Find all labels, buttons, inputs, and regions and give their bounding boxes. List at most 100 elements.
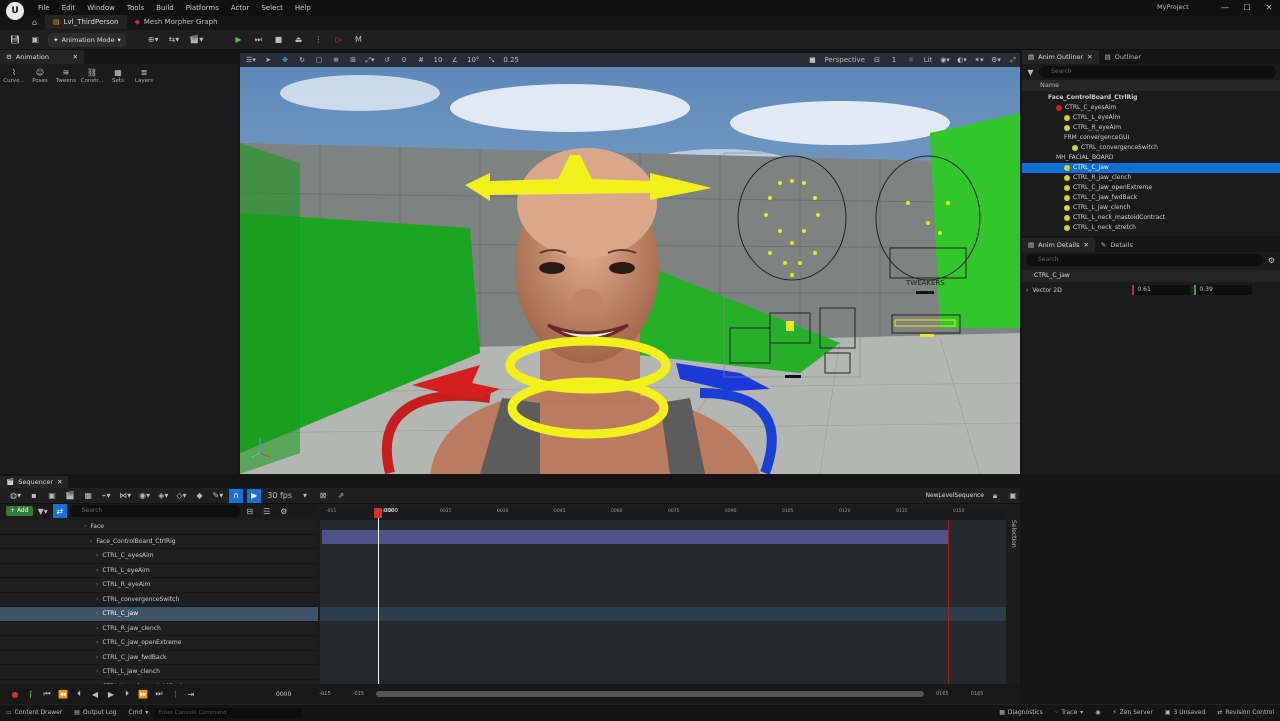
layers-icon[interactable]: ◈▾ (156, 489, 170, 503)
track-row[interactable]: › CTRL_L_jaw_clench (0, 665, 318, 680)
grid-snap-value[interactable]: 10 (431, 53, 445, 67)
world-icon[interactable]: ◍▾ (8, 489, 23, 503)
track-search-input[interactable]: Search (69, 505, 240, 517)
save-icon[interactable]: ▪ (27, 489, 41, 503)
rig-section-bar[interactable] (322, 530, 948, 544)
lit-button[interactable]: Lit (921, 53, 935, 67)
preview-icon[interactable]: ◐▾ (955, 53, 969, 67)
rotate-icon[interactable]: ↻ (295, 53, 309, 67)
expand-icon[interactable]: › (96, 581, 98, 588)
eject-button[interactable]: ⏏ (291, 33, 305, 47)
console-input[interactable]: Enter Console Command (154, 707, 303, 718)
expand-icon[interactable]: › (96, 596, 98, 603)
prev-frame-button[interactable]: ⏴ (72, 687, 86, 701)
anim-tool-0[interactable]: ⌇ Curve... (3, 68, 24, 84)
output-log-button[interactable]: ▤ Output Log (68, 705, 122, 721)
add-button[interactable]: + Add (6, 506, 33, 516)
move-icon[interactable]: ✥ (278, 53, 292, 67)
view-count[interactable]: 1 (887, 53, 901, 67)
options-icon[interactable]: ☰ (260, 504, 274, 518)
angle-snap-icon[interactable]: ∠ (448, 53, 462, 67)
menu-edit[interactable]: Edit (56, 0, 82, 16)
next-frame-button[interactable]: ⏵ (120, 687, 134, 701)
expand-icon[interactable]: › (96, 567, 98, 574)
track-row[interactable]: › CTRL_C_eyesAim (0, 549, 318, 564)
grid-snap-icon[interactable]: # (414, 53, 428, 67)
expand-icon[interactable]: › (84, 523, 86, 530)
maximize-icon[interactable]: ▣ (1006, 489, 1020, 503)
expand-icon[interactable]: › (96, 610, 98, 617)
playhead-snap-icon[interactable]: ▶ (247, 488, 262, 503)
zen-server-button[interactable]: ⚡︎ Zen Server (1106, 705, 1158, 721)
outliner-item[interactable]: CTRL_C_eyesAim (1022, 103, 1280, 113)
magnet-icon[interactable]: ∩ (229, 488, 244, 503)
expand-icon[interactable]: › (96, 668, 98, 675)
pen-icon[interactable]: ✎▾ (211, 489, 226, 503)
save-icon[interactable]: 💾︎ (8, 33, 22, 47)
close-icon[interactable]: ✕ (1087, 50, 1092, 64)
play-button[interactable]: ▶ (231, 33, 245, 47)
revision-control-button[interactable]: ⇄ Revision Control (1211, 705, 1280, 721)
realtime-icon[interactable]: ✶▾ (972, 53, 986, 67)
outliner-item[interactable]: CTRL_L_eyeAim (1022, 113, 1280, 123)
key-icon[interactable]: ◇▾ (174, 489, 188, 503)
menu-platforms[interactable]: Platforms (180, 0, 225, 16)
outliner-item[interactable]: MH_FACIAL_BOARD (1022, 153, 1280, 163)
track-row[interactable]: › CTRL_C_jaw (0, 607, 318, 622)
outliner-column-name[interactable]: Name (1022, 80, 1280, 91)
layout-icon[interactable]: ⊟ (870, 53, 884, 67)
expand-icon[interactable]: › (90, 538, 92, 545)
perspective-button[interactable]: Perspective (822, 53, 867, 67)
collapse-icon[interactable]: ⊠ (316, 489, 330, 503)
set-start-icon[interactable]: ⌈ (24, 687, 38, 701)
tab-outliner[interactable]: ▤ Outliner (1099, 50, 1147, 64)
menu-select[interactable]: Select (255, 0, 289, 16)
blueprint-icon[interactable]: ⇆▾ (167, 33, 182, 47)
tab-sequencer[interactable]: 🎬︎ Sequencer ✕ (0, 476, 69, 488)
collapse-icon[interactable]: ⊟ (243, 504, 257, 518)
play-button[interactable]: ▶ (104, 687, 118, 701)
frame-field[interactable]: 0000 (276, 691, 291, 698)
time-ruler[interactable]: -015 0000 0015 0030 0045 0060 0075 0090 0105 0120… (320, 509, 1006, 520)
outliner-item[interactable]: CTRL_R_jaw_clench (1022, 173, 1280, 183)
outliner-item[interactable]: FRM_convergenceGUI (1022, 133, 1280, 143)
angle-snap-value[interactable]: 10° (465, 53, 481, 67)
level-viewport[interactable]: TWEAKERS (240, 53, 1020, 474)
unsaved-button[interactable]: ▣ 3 Unsaved (1159, 705, 1211, 721)
lock-icon[interactable]: 🔒︎ (988, 489, 1002, 503)
jump-end-button[interactable]: ⏭ (152, 687, 166, 701)
playhead-handle[interactable] (374, 508, 382, 518)
outliner-search-input[interactable]: Search (1039, 66, 1276, 78)
expand-icon[interactable]: › (96, 625, 98, 632)
rot-snap-value[interactable]: 0 (397, 53, 411, 67)
outliner-item[interactable]: CTRL_L_neck_stretch (1022, 223, 1280, 233)
snap-icon[interactable]: ⤢▾ (363, 53, 377, 67)
scale-icon[interactable]: ▢ (312, 53, 326, 67)
timeline-area[interactable] (320, 520, 1006, 684)
outliner-item[interactable]: CTRL_L_jaw_clench (1022, 203, 1280, 213)
snap-icon[interactable]: ⋈▾ (117, 489, 133, 503)
filter-icon[interactable]: ▼▾ (36, 504, 50, 518)
minimize-icon[interactable]: — (1214, 0, 1236, 16)
add-actor-icon[interactable]: ⊕▾ (146, 33, 161, 47)
expand-icon[interactable]: › (96, 552, 98, 559)
scale-snap-icon[interactable]: ⤡ (484, 53, 498, 67)
settings-icon[interactable]: ⚙ (1267, 256, 1276, 265)
settings-icon[interactable]: ⚙▾ (989, 53, 1003, 67)
view-icon[interactable]: ◉▾ (137, 489, 152, 503)
menu-build[interactable]: Build (150, 0, 180, 16)
diagnostics-button[interactable]: ▦ Diagnostics (993, 705, 1049, 721)
trace-button[interactable]: ◦ Trace ▾ (1049, 705, 1089, 721)
anim-tool-4[interactable]: ▦ Sets (110, 68, 126, 84)
rot-snap-icon[interactable]: ↺ (380, 53, 394, 67)
lit-icon[interactable]: ☼ (904, 53, 918, 67)
outliner-item[interactable]: CTRL_L_neck_mastoidContract (1022, 213, 1280, 223)
record-button[interactable]: ● (8, 687, 22, 701)
play-reverse-button[interactable]: ◀ (88, 687, 102, 701)
outliner-item[interactable]: CTRL_C_jaw_fwdBack (1022, 193, 1280, 203)
time-scrollbar[interactable] (376, 691, 924, 697)
loop-button[interactable]: ⇥ (184, 687, 198, 701)
track-row[interactable]: › Face_ControlBoard_CtrlRig (0, 535, 318, 549)
track-row[interactable]: › CTRL_R_jaw_clench (0, 622, 318, 636)
menu-file[interactable]: File (32, 0, 56, 16)
